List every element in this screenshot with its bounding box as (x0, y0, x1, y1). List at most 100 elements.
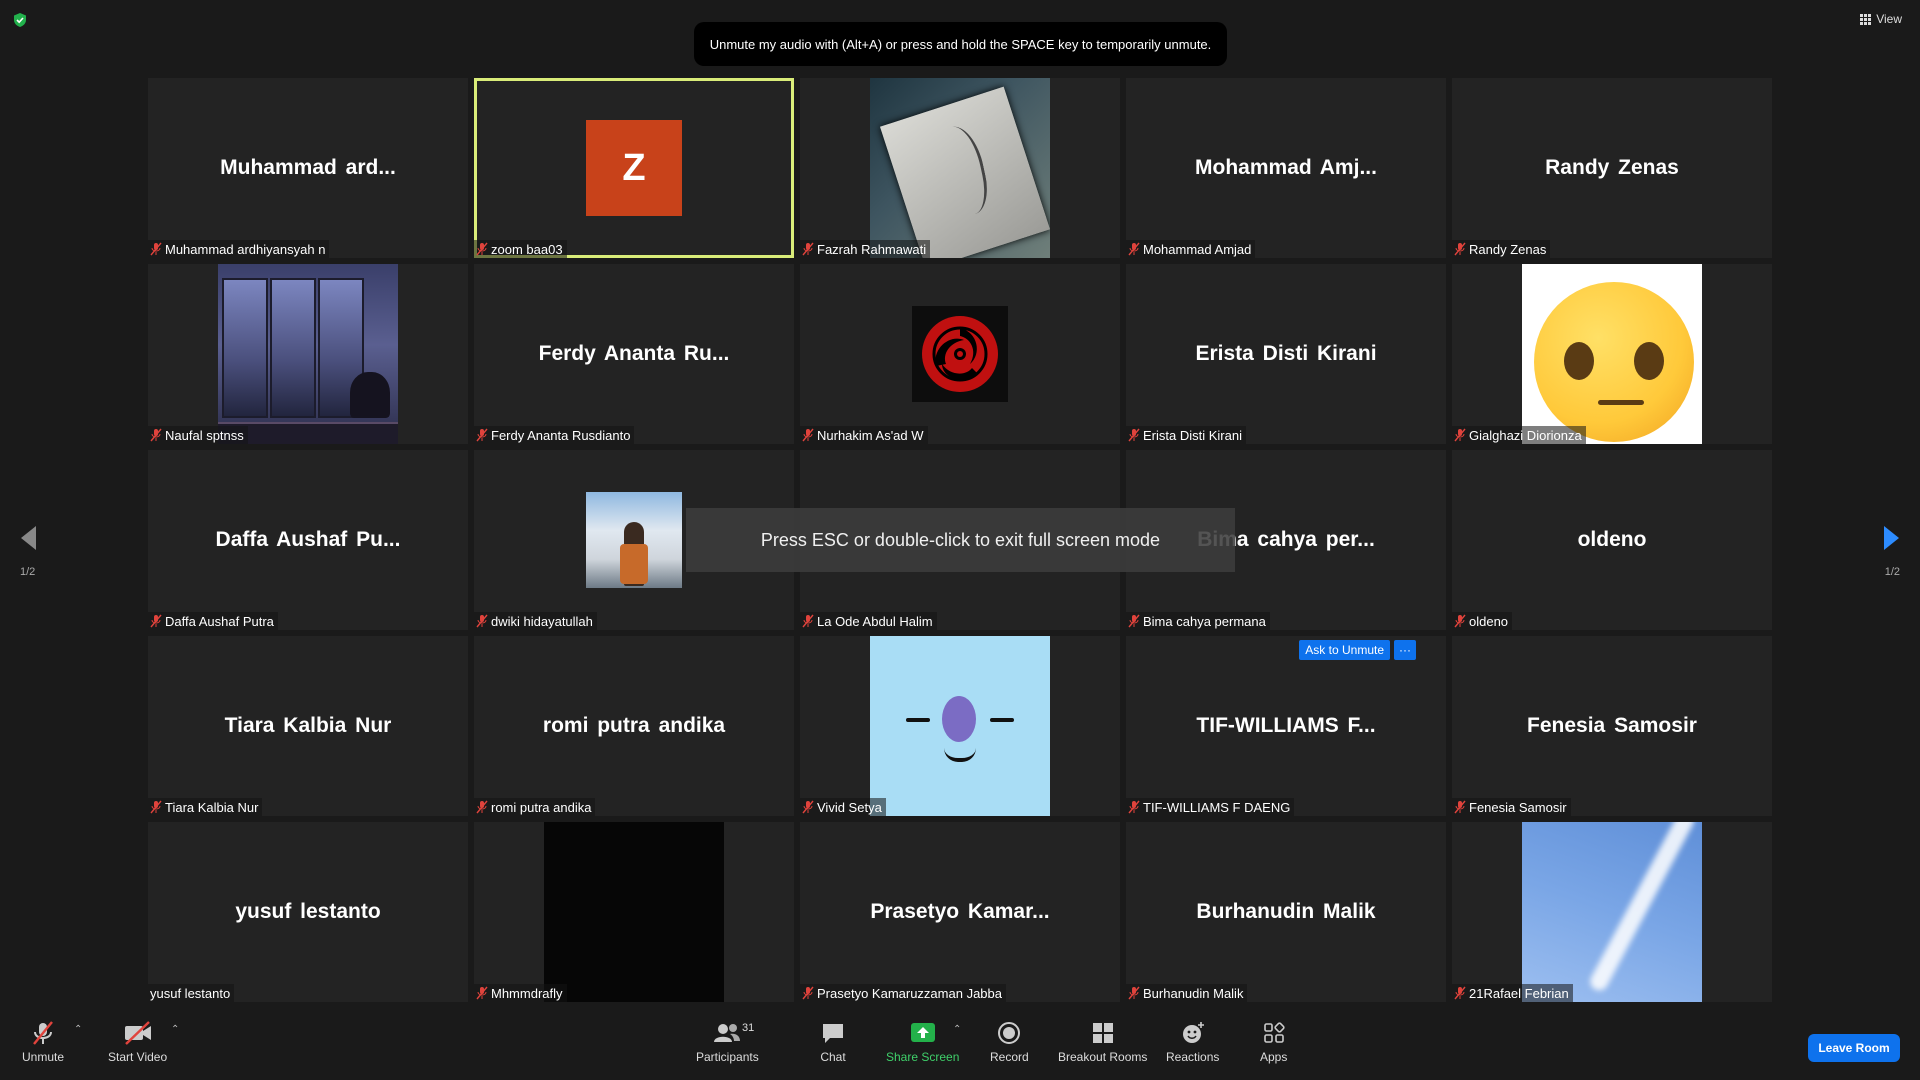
participant-display-name: romi putra andika (542, 714, 726, 737)
participant-name-label: Gialghazi Diorionza (1452, 426, 1586, 444)
participant-name: zoom baa03 (491, 241, 563, 257)
participant-display-name: yusuf lestanto (235, 900, 381, 923)
share-options-caret-icon[interactable]: ⌃ (953, 1024, 961, 1035)
mic-muted-icon (476, 428, 488, 442)
participants-count-badge: 31 (742, 1022, 755, 1034)
encryption-shield-icon[interactable] (12, 12, 28, 28)
participant-name: La Ode Abdul Halim (817, 613, 933, 629)
participant-name-label: Nurhakim As'ad W (800, 426, 928, 444)
mic-muted-icon (476, 614, 488, 628)
participant-tile[interactable]: Erista Disti Kirani Erista Disti Kirani (1126, 264, 1446, 444)
participant-name: Naufal sptnss (165, 427, 244, 443)
participant-tile[interactable]: Burhanudin Malik Burhanudin Malik (1126, 822, 1446, 1002)
apps-button[interactable]: Apps (1260, 1020, 1287, 1064)
participant-name-label: Prasetyo Kamaruzzaman Jabba (800, 984, 1006, 1002)
share-screen-button[interactable]: Share Screen (886, 1020, 959, 1064)
participant-tile[interactable]: Prasetyo Kamar... Prasetyo Kamaruzzaman … (800, 822, 1120, 1002)
participant-tile[interactable]: oldeno oldeno (1452, 450, 1772, 630)
participant-name: TIF-WILLIAMS F DAENG (1143, 799, 1291, 815)
participant-name-label: Vivid Setya (800, 798, 886, 816)
reactions-button[interactable]: Reactions (1166, 1020, 1219, 1064)
profile-picture (912, 306, 1008, 402)
mic-muted-icon (1128, 614, 1140, 628)
mic-muted-icon (476, 800, 488, 814)
apps-icon (1263, 1022, 1285, 1043)
mic-muted-icon (802, 242, 814, 256)
mic-muted-icon (1454, 986, 1466, 1000)
view-button[interactable]: View (1860, 12, 1902, 26)
record-button[interactable]: Record (990, 1020, 1029, 1064)
ask-to-unmute-button[interactable]: Ask to Unmute (1299, 640, 1390, 660)
mic-muted-icon (150, 800, 162, 814)
participant-tile[interactable]: yusuf lestanto yusuf lestanto (148, 822, 468, 1002)
participant-name: dwiki hidayatullah (491, 613, 593, 629)
participant-tile[interactable]: Muhammad ard... Muhammad ardhiyansyah n (148, 78, 468, 258)
audio-options-caret-icon[interactable]: ⌃ (74, 1024, 82, 1035)
participant-tile[interactable]: Ask to Unmute ··· TIF-WILLIAMS F... TIF-… (1126, 636, 1446, 816)
participant-name: Tiara Kalbia Nur (165, 799, 259, 815)
participant-tile[interactable]: Tiara Kalbia Nur Tiara Kalbia Nur (148, 636, 468, 816)
next-page-arrow-icon[interactable] (1882, 524, 1902, 552)
participant-name: 21Rafael Febrian (1469, 985, 1569, 1001)
participant-name: oldeno (1469, 613, 1509, 629)
participant-name-label: romi putra andika (474, 798, 596, 816)
previous-page-arrow-icon[interactable] (18, 524, 38, 552)
chat-button[interactable]: Chat (820, 1020, 846, 1064)
participant-name-label: Fenesia Samosir (1452, 798, 1571, 816)
mic-muted-icon (1128, 800, 1140, 814)
video-options-caret-icon[interactable]: ⌃ (171, 1024, 179, 1035)
participant-name: yusuf lestanto (150, 985, 231, 1001)
apps-label: Apps (1260, 1050, 1288, 1064)
participant-name-label: Randy Zenas (1452, 240, 1551, 258)
participant-name-label: Naufal sptnss (148, 426, 248, 444)
participant-tile[interactable]: Fenesia Samosir Fenesia Samosir (1452, 636, 1772, 816)
participant-tile[interactable]: Mhmmdrafly (474, 822, 794, 1002)
profile-picture (1522, 264, 1702, 444)
unmute-label: Unmute (22, 1050, 65, 1064)
participant-tile-active-speaker[interactable]: Z zoom baa03 (474, 78, 794, 258)
more-options-button[interactable]: ··· (1394, 640, 1416, 660)
unmute-button[interactable]: Unmute (22, 1020, 64, 1064)
participant-tile[interactable]: Nurhakim As'ad W (800, 264, 1120, 444)
participant-name-label: dwiki hidayatullah (474, 612, 597, 630)
emoji-face-icon (1534, 282, 1694, 442)
participant-name-label: La Ode Abdul Halim (800, 612, 937, 630)
participant-display-name: Randy Zenas (1545, 156, 1679, 179)
participant-name: Gialghazi Diorionza (1469, 427, 1582, 443)
reactions-label: Reactions (1166, 1050, 1220, 1064)
fullscreen-exit-text: Press ESC or double-click to exit full s… (760, 529, 1161, 550)
participant-tile[interactable]: Randy Zenas Randy Zenas (1452, 78, 1772, 258)
participant-tile[interactable]: romi putra andika romi putra andika (474, 636, 794, 816)
participant-name-label: oldeno (1452, 612, 1513, 630)
participant-tile[interactable]: 21Rafael Febrian (1452, 822, 1772, 1002)
mic-muted-icon (1454, 428, 1466, 442)
participant-tile[interactable]: Ferdy Ananta Ru... Ferdy Ananta Rusdiant… (474, 264, 794, 444)
video-feed (544, 822, 724, 1002)
participant-tile[interactable]: Fazrah Rahmawati (800, 78, 1120, 258)
participant-name-label: Burhanudin Malik (1126, 984, 1248, 1002)
participant-tile[interactable]: Daffa Aushaf Pu... Daffa Aushaf Putra (148, 450, 468, 630)
view-label: View (1876, 12, 1902, 26)
participant-name: Fenesia Samosir (1469, 799, 1567, 815)
grid-view-icon (1860, 13, 1872, 25)
fullscreen-exit-notice: Press ESC or double-click to exit full s… (686, 508, 1235, 572)
breakout-rooms-button[interactable]: Breakout Rooms (1058, 1020, 1147, 1064)
profile-picture (218, 264, 398, 444)
participant-tile[interactable]: Vivid Setya (800, 636, 1120, 816)
reactions-smiley-icon (1182, 1022, 1204, 1043)
participant-name-label: Tiara Kalbia Nur (148, 798, 263, 816)
start-video-button[interactable]: Start Video (108, 1020, 167, 1064)
participant-name-label: zoom baa03 (474, 240, 567, 258)
participant-name: Vivid Setya (817, 799, 882, 815)
unmute-hint-text: Unmute my audio with (Alt+A) or press an… (709, 36, 1212, 52)
participant-tile[interactable]: Mohammad Amj... Mohammad Amjad (1126, 78, 1446, 258)
participant-tile[interactable]: Gialghazi Diorionza (1452, 264, 1772, 444)
chat-label: Chat (820, 1050, 846, 1064)
participant-name-label: Erista Disti Kirani (1126, 426, 1246, 444)
breakout-rooms-label: Breakout Rooms (1058, 1050, 1148, 1064)
participant-tile[interactable]: Naufal sptnss (148, 264, 468, 444)
leave-room-button[interactable]: Leave Room (1808, 1034, 1900, 1062)
avatar-initial: Z (622, 146, 646, 189)
participants-label: Participants (696, 1050, 759, 1064)
participant-name-label: TIF-WILLIAMS F DAENG (1126, 798, 1295, 816)
